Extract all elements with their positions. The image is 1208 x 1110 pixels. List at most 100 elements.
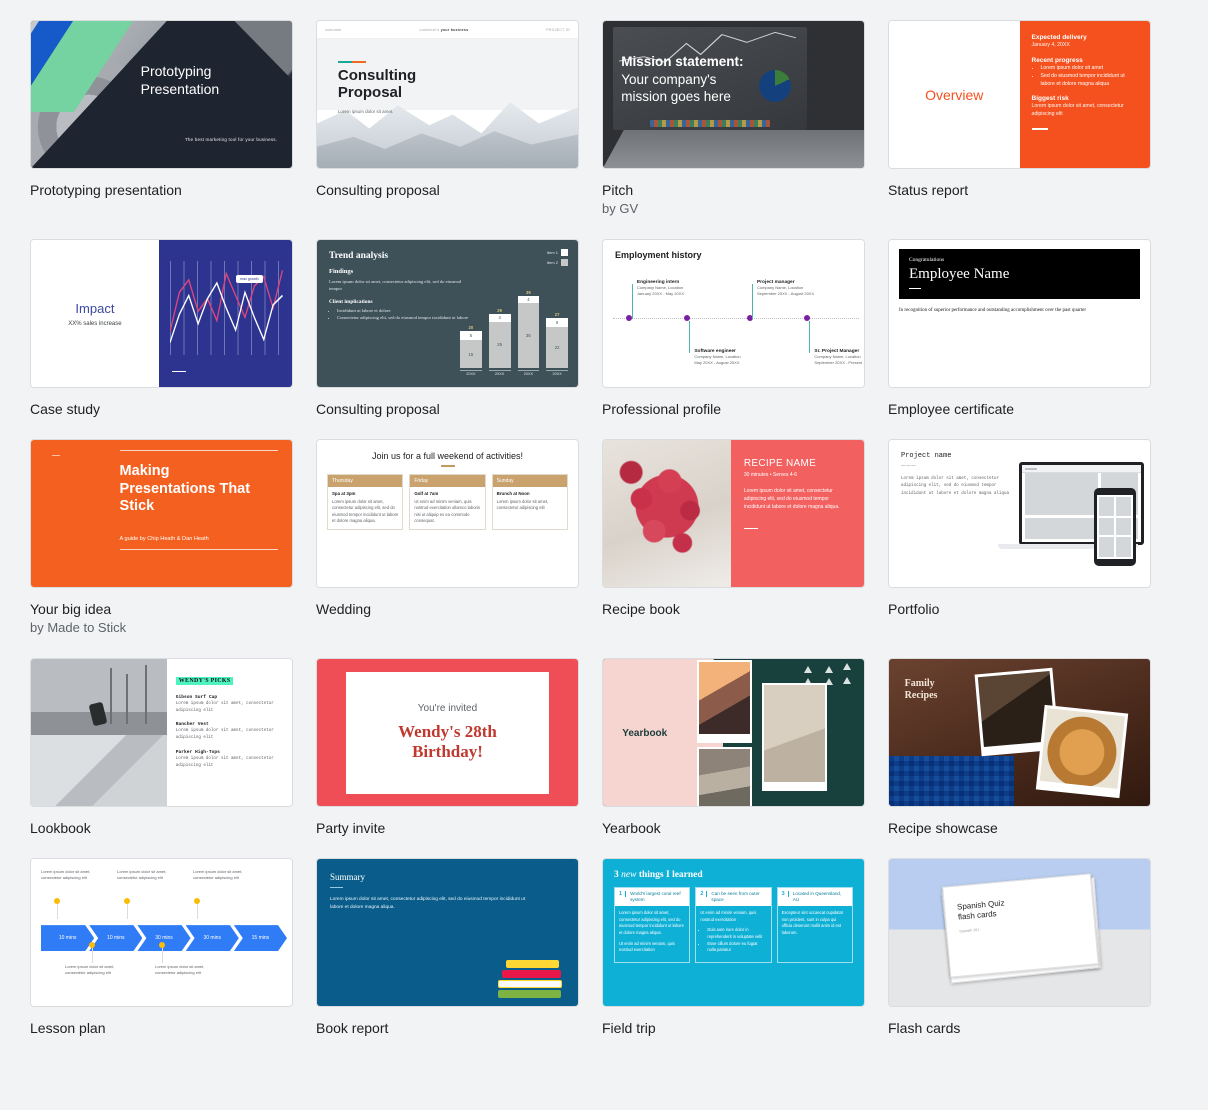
certificate-banner: Congratulations Employee Name bbox=[899, 249, 1140, 300]
template-thumbnail[interactable]: Join us for a full weekend of activities… bbox=[316, 439, 579, 588]
phone-content bbox=[1099, 497, 1131, 557]
template-card-portfolio[interactable]: Project name ——— Lorem ipsum dolor sit a… bbox=[888, 439, 1174, 637]
card-title: Party invite bbox=[316, 820, 386, 836]
corner-tick bbox=[51, 454, 60, 456]
template-card-flash-cards[interactable]: Spanish Quiz flash cards Spanish 101 Fla… bbox=[888, 858, 1174, 1037]
slide-heading: RECIPE NAME bbox=[743, 458, 817, 469]
bar-segment-item1: 4 bbox=[488, 314, 511, 322]
timeline-stem bbox=[809, 320, 811, 354]
template-thumbnail[interactable]: Congratulations Employee Name In recogni… bbox=[888, 239, 1151, 388]
chart-bar: 39 4 35 20XX bbox=[517, 289, 540, 376]
invite-line2: Wendy's 28th Birthday! bbox=[398, 721, 497, 761]
fact-body: Excepteur sint occaecat cupidatat non pr… bbox=[778, 906, 852, 944]
accent-rules bbox=[337, 60, 366, 63]
slide-heading: Yearbook bbox=[622, 728, 668, 740]
column-body: Brunch at Noon Lorem ipsum dolor sit ame… bbox=[493, 487, 567, 516]
fact-p1: Lorem ipsum dolor sit amet, consectetur … bbox=[619, 910, 684, 936]
chart-bar: 20 5 15 20XX bbox=[460, 325, 482, 376]
column-day: Thursday bbox=[328, 474, 403, 487]
card-title: Professional profile bbox=[602, 401, 722, 417]
card-title: Flash cards bbox=[888, 1020, 961, 1036]
template-card-lesson-plan[interactable]: Lorem ipsum dolor sit amet, consectetur … bbox=[30, 858, 316, 1037]
fact-column: 2 Can be seen from outer space Ut enim a… bbox=[695, 887, 772, 963]
column-event: Brunch at Noon bbox=[496, 490, 530, 496]
timeline-stem bbox=[631, 284, 633, 320]
fact-header: 1 World's largest coral reef system bbox=[615, 888, 690, 907]
template-card-consulting-proposal[interactable]: customer customer's your business PROJEC… bbox=[316, 20, 602, 218]
slide-right-panel: RECIPE NAME 30 minutes • Serves 4-6 Lore… bbox=[730, 440, 864, 587]
event-dates: September 20XX - August 20XX bbox=[756, 290, 815, 296]
template-card-pitch[interactable]: Mission statement: Your company's mission… bbox=[602, 20, 888, 218]
card-title: Consulting proposal bbox=[316, 182, 440, 198]
books-illustration bbox=[498, 958, 562, 998]
template-card-case-study[interactable]: Impact XX% sales increase max growth Cas… bbox=[30, 239, 316, 418]
gingham-cloth bbox=[889, 756, 1015, 806]
template-thumbnail[interactable]: Making Presentations That Stick A guide … bbox=[30, 439, 293, 588]
slide-preview: Join us for a full weekend of activities… bbox=[317, 440, 578, 587]
section1-body: January 4, 20XX bbox=[1031, 42, 1070, 48]
template-thumbnail[interactable]: Lorem ipsum dolor sit amet, consectetur … bbox=[30, 858, 293, 1007]
template-thumbnail[interactable]: Employment history Engineering intern Co… bbox=[602, 239, 865, 388]
template-card-wedding[interactable]: Join us for a full weekend of activities… bbox=[316, 439, 602, 637]
template-card-recipe-book[interactable]: RECIPE NAME 30 minutes • Serves 4-6 Lore… bbox=[602, 439, 888, 637]
template-card-prototyping-presentation[interactable]: Prototyping Presentation The best market… bbox=[30, 20, 316, 218]
template-card-lookbook[interactable]: WENDY'S PICKS Gibson Surf Cap Lorem ipsu… bbox=[30, 658, 316, 837]
timeline-axis bbox=[613, 317, 859, 319]
bar-x-label: 20XX bbox=[488, 370, 511, 376]
template-thumbnail[interactable]: Mission statement: Your company's mission… bbox=[602, 20, 865, 169]
template-thumbnail[interactable]: customer customer's your business PROJEC… bbox=[316, 20, 579, 169]
template-thumbnail[interactable]: Project name ——— Lorem ipsum dolor sit a… bbox=[888, 439, 1151, 588]
template-card-book-report[interactable]: Summary Lorem ipsum dolor sit amet, cons… bbox=[316, 858, 602, 1037]
template-card-professional-profile[interactable]: Employment history Engineering intern Co… bbox=[602, 239, 888, 418]
template-thumbnail[interactable]: Impact XX% sales increase max growth bbox=[30, 239, 293, 388]
slide-heading-bold: Mission statement: bbox=[621, 54, 744, 70]
template-thumbnail[interactable]: RECIPE NAME 30 minutes • Serves 4-6 Lore… bbox=[602, 439, 865, 588]
accent-underline bbox=[440, 465, 455, 467]
note: Lorem ipsum dolor sit amet, consectetur … bbox=[41, 869, 91, 881]
item-body: Lorem ipsum dolor sit amet, consectetur … bbox=[175, 729, 274, 741]
template-thumbnail[interactable]: WENDY'S PICKS Gibson Surf Cap Lorem ipsu… bbox=[30, 658, 293, 807]
note: Lorem ipsum dolor sit amet, consectetur … bbox=[193, 869, 243, 881]
card-title: Portfolio bbox=[888, 601, 940, 617]
slide-preview: Impact XX% sales increase max growth bbox=[31, 240, 292, 387]
slide-right-panel: max growth bbox=[158, 240, 292, 387]
template-thumbnail[interactable]: Spanish Quiz flash cards Spanish 101 bbox=[888, 858, 1151, 1007]
card-title: Field trip bbox=[602, 1020, 656, 1036]
template-card-employee-certificate[interactable]: Congratulations Employee Name In recogni… bbox=[888, 239, 1174, 418]
template-card-party-invite[interactable]: You're invited Wendy's 28th Birthday! Pa… bbox=[316, 658, 602, 837]
template-thumbnail[interactable]: Summary Lorem ipsum dolor sit amet, cons… bbox=[316, 858, 579, 1007]
legend-swatch bbox=[561, 259, 568, 266]
schedule-column: Friday Golf at 7am Ut enim ad minim veni… bbox=[409, 473, 486, 530]
template-card-recipe-showcase[interactable]: Family Recipes Recipe showcase bbox=[888, 658, 1174, 837]
template-card-yearbook[interactable]: Yearbook Yearbook bbox=[602, 658, 888, 837]
card-title: Lookbook bbox=[30, 820, 91, 836]
slide-preview: You're invited Wendy's 28th Birthday! bbox=[317, 659, 578, 806]
template-card-your-big-idea[interactable]: Making Presentations That Stick A guide … bbox=[30, 439, 316, 637]
template-thumbnail[interactable]: 3 new things I learned 1 World's largest… bbox=[602, 858, 865, 1007]
bar-total-label: 39 bbox=[526, 289, 531, 295]
template-thumbnail[interactable]: Trend analysis Findings Lorem ipsum dolo… bbox=[316, 239, 579, 388]
template-thumbnail[interactable]: Yearbook bbox=[602, 658, 865, 807]
legend-label: Item 2 bbox=[546, 260, 558, 265]
fact-title: World's largest coral reef system bbox=[630, 891, 681, 903]
template-thumbnail[interactable]: Prototyping Presentation The best market… bbox=[30, 20, 293, 169]
bar-segment-item2: 15 bbox=[460, 340, 482, 368]
card-title: Recipe showcase bbox=[888, 820, 998, 836]
legend-label: Item 1 bbox=[546, 250, 558, 255]
slide-heading: Impact bbox=[75, 300, 115, 316]
phone-mockup bbox=[1094, 488, 1136, 566]
template-thumbnail[interactable]: Family Recipes bbox=[888, 658, 1151, 807]
slide-left-panel: Impact XX% sales increase bbox=[31, 240, 159, 387]
template-thumbnail[interactable]: Overview Expected delivery January 4, 20… bbox=[888, 20, 1151, 169]
slide-topbar: customer customer's your business PROJEC… bbox=[317, 21, 578, 39]
template-card-status-report[interactable]: Overview Expected delivery January 4, 20… bbox=[888, 20, 1174, 218]
template-thumbnail[interactable]: You're invited Wendy's 28th Birthday! bbox=[316, 658, 579, 807]
template-card-consulting-proposal-2[interactable]: Trend analysis Findings Lorem ipsum dolo… bbox=[316, 239, 602, 418]
timeline-segment: 10 mins bbox=[41, 925, 94, 951]
template-card-field-trip[interactable]: 3 new things I learned 1 World's largest… bbox=[602, 858, 888, 1037]
slide-preview: Making Presentations That Stick A guide … bbox=[31, 440, 292, 587]
timeline-event: Software engineer Company Name, Location… bbox=[694, 349, 740, 366]
accent-dash bbox=[330, 887, 343, 889]
list-item: Incididunt ut labore et dolore bbox=[337, 308, 470, 315]
slide-preview: Summary Lorem ipsum dolor sit amet, cons… bbox=[317, 859, 578, 1006]
